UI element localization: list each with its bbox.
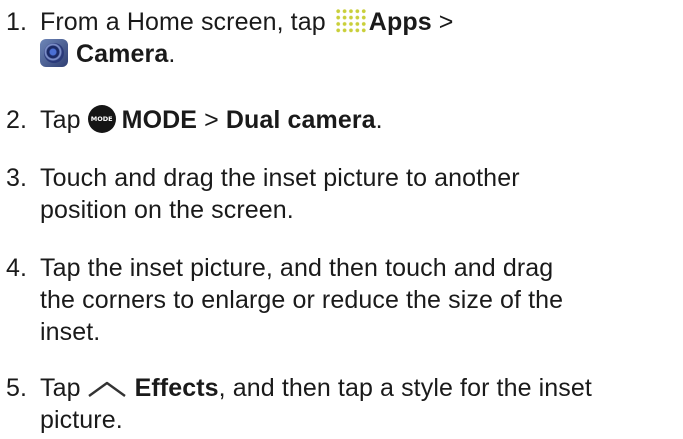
mode-icon: MODE [87,105,116,134]
separator: > [204,106,219,134]
period: . [375,106,383,134]
apps-label: Apps [368,8,432,36]
step-text: Tap the inset picture, and then touch an… [40,252,680,348]
step-text: Tap MODE MODE > Dual camera. [40,104,680,136]
camera-label: Camera [76,40,169,68]
step-1-prefix: From a Home screen, tap [40,8,326,36]
step-5-line-2: picture. [40,406,123,434]
step-text: Tap Effects, and then tap a style for the… [40,372,680,436]
camera-icon [40,39,68,68]
apps-grid-icon [334,8,367,35]
step-2-prefix: Tap [40,106,81,134]
step-3-line-1: Touch and drag the inset picture to anot… [40,164,520,192]
step-number: 5. [6,374,28,402]
dual-camera-label: Dual camera [225,106,376,134]
chevron-up-icon [87,376,127,398]
step-5-rest: , and then tap a style for the inset [218,374,592,402]
step-4-line-3: inset. [40,318,101,346]
period: . [168,40,176,68]
step-3: 3. Touch and drag the inset picture to a… [0,162,683,226]
step-3-line-2: position on the screen. [40,196,294,224]
step-number: 1. [6,8,28,36]
step-2: 2. Tap MODE MODE > Dual camera. [0,104,683,136]
step-4-line-2: the corners to enlarge or reduce the siz… [40,286,564,314]
step-number: 3. [6,164,28,192]
separator: > [438,8,454,36]
step-number: 2. [6,106,28,134]
step-text: From a Home screen, tap Apps > Camera. [40,6,680,70]
step-number: 4. [6,254,28,282]
mode-label: MODE [121,106,198,134]
step-text: Touch and drag the inset picture to anot… [40,162,680,226]
step-5-prefix: Tap [40,374,81,402]
effects-label: Effects [134,374,219,402]
step-4-line-1: Tap the inset picture, and then touch an… [40,254,554,282]
step-1: 1. From a Home screen, tap Apps > Camera… [0,6,683,70]
step-4: 4. Tap the inset picture, and then touch… [0,252,683,348]
step-5: 5. Tap Effects, and then tap a style for … [0,372,683,436]
